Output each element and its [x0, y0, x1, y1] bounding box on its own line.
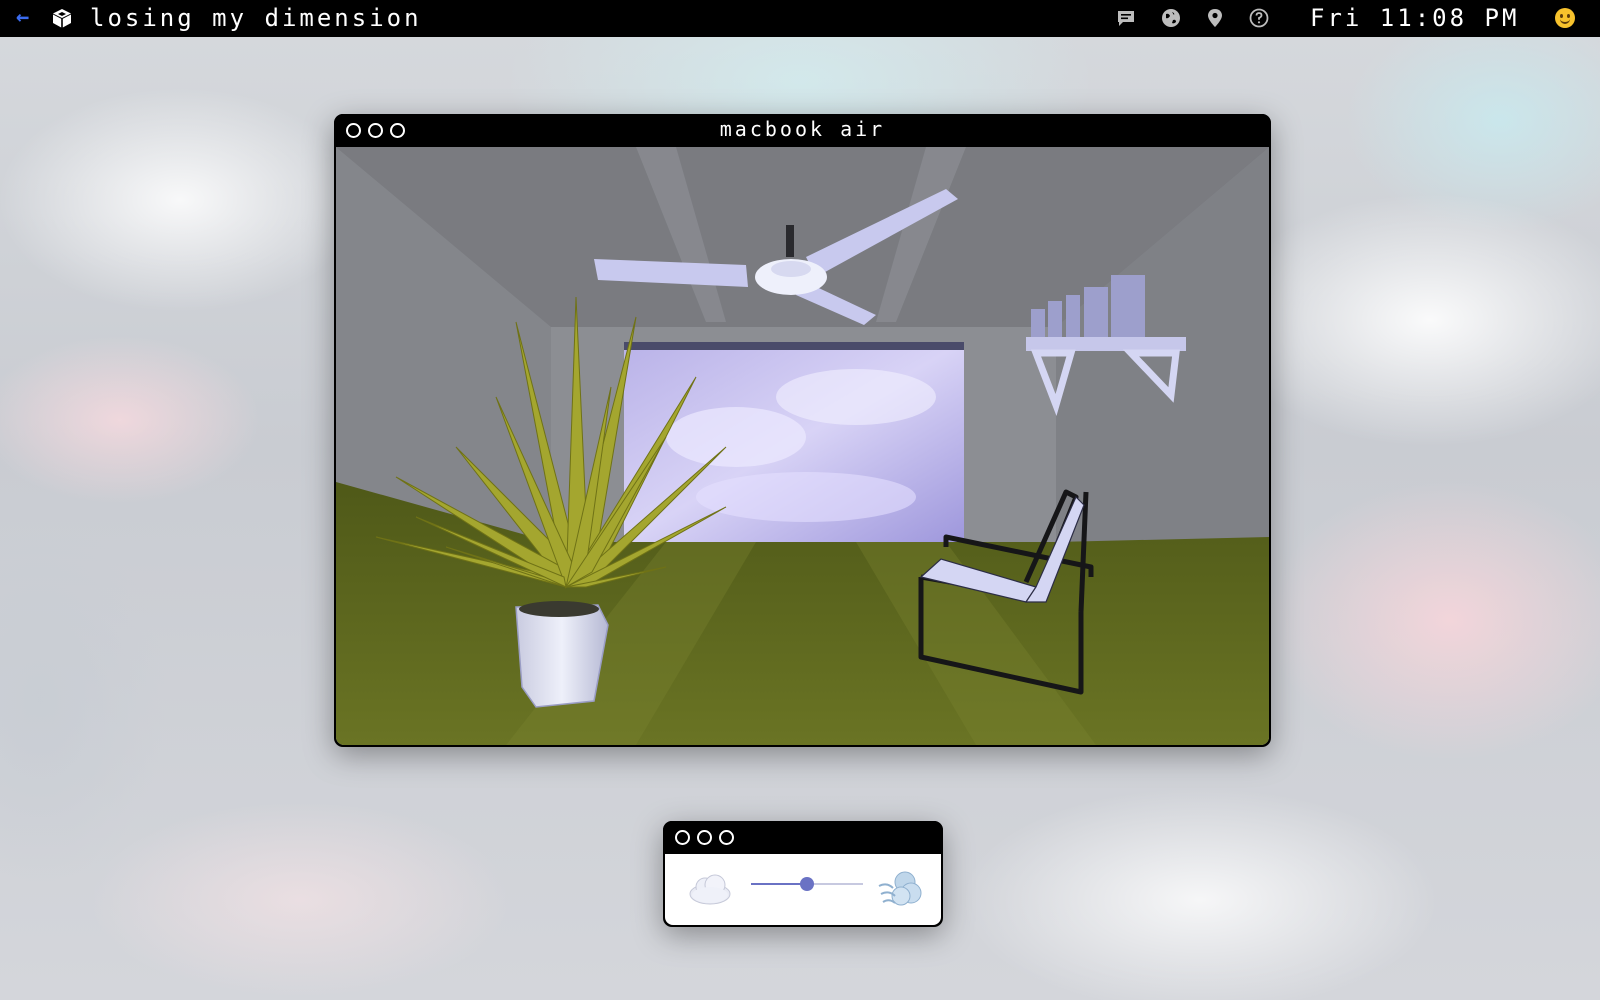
window-titlebar[interactable]: macbook air: [334, 114, 1271, 147]
cube-icon[interactable]: [52, 8, 72, 28]
arrow-left-icon[interactable]: ←: [16, 7, 38, 29]
smiley-emoji-icon[interactable]: [1555, 8, 1575, 28]
location-pin-icon[interactable]: [1205, 8, 1225, 28]
cloud-icon[interactable]: [687, 872, 733, 906]
window-title: macbook air: [719, 117, 886, 141]
wind-control-widget[interactable]: [663, 821, 943, 927]
menu-bar: ← losing my dimension Fri 11:08 PM: [0, 0, 1600, 37]
macbook-air-window[interactable]: macbook air: [334, 114, 1271, 747]
3d-room-scene: [336, 147, 1269, 745]
minimize-window-button[interactable]: [697, 830, 712, 845]
help-icon[interactable]: [1249, 8, 1269, 28]
slider-fill: [751, 883, 807, 885]
clock[interactable]: Fri 11:08 PM: [1310, 4, 1519, 32]
chat-icon[interactable]: [1116, 8, 1136, 28]
widget-titlebar[interactable]: [663, 821, 943, 854]
wind-gust-icon[interactable]: [877, 868, 923, 910]
globe-icon[interactable]: [1161, 8, 1181, 28]
slider-thumb[interactable]: [800, 877, 814, 891]
close-window-button[interactable]: [675, 830, 690, 845]
wind-strength-slider[interactable]: [751, 877, 863, 891]
widget-body: [665, 854, 941, 925]
app-title: losing my dimension: [90, 4, 422, 32]
3d-room-viewport[interactable]: [336, 147, 1269, 745]
zoom-window-button[interactable]: [719, 830, 734, 845]
